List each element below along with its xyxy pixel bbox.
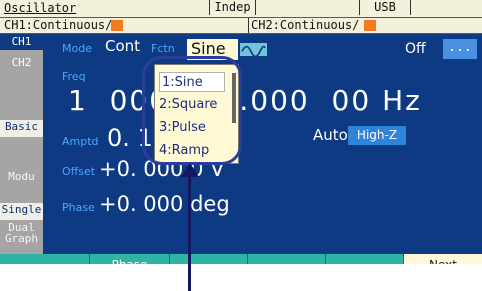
callout-arrow-shaft — [188, 175, 191, 291]
softkey-phase[interactable]: Phase — [90, 254, 170, 264]
tab-graph-label: Graph — [4, 232, 39, 245]
mode-label: Mode — [62, 42, 92, 55]
sine-wave-icon — [240, 43, 267, 58]
frequency-value[interactable]: 1 000 000.000 00 Hz — [68, 84, 422, 117]
tab-single[interactable]: Single — [0, 203, 43, 220]
softkey-bar: Phase Next — [0, 254, 482, 264]
status-divider — [248, 18, 249, 33]
tab-basic[interactable]: Basic — [0, 120, 43, 137]
load-impedance-badge[interactable]: High-Z — [348, 126, 406, 145]
more-button[interactable]: ... — [443, 39, 477, 59]
phase-label: Phase — [62, 201, 95, 214]
phase-value[interactable]: +0. 000 deg — [99, 192, 230, 216]
softkey-4[interactable] — [248, 254, 326, 264]
callout-highlight — [142, 56, 242, 165]
screen-title: Oscillator — [4, 1, 77, 15]
ch2-status: CH2:Continuous/ — [251, 18, 360, 32]
load-mode[interactable]: Auto — [313, 126, 348, 144]
indep-indicator: Indep — [209, 0, 256, 15]
mode-value[interactable]: Cont — [105, 37, 140, 55]
function-label: Fctn — [151, 42, 175, 55]
usb-indicator: USB — [359, 0, 411, 15]
tab-modu[interactable]: Modu — [0, 137, 43, 203]
tab-ch1[interactable]: CH1 — [0, 35, 43, 50]
output-state[interactable]: Off — [405, 41, 426, 57]
offset-label: Offset — [62, 165, 96, 178]
ch1-output-indicator-icon — [111, 20, 123, 31]
ch1-status: CH1:Continuous/ — [4, 18, 113, 32]
amplitude-label: Amptd — [62, 135, 99, 148]
ch2-output-indicator-icon — [364, 20, 376, 31]
softkey-3[interactable] — [170, 254, 248, 264]
top-status-bar: Oscillator Indep USB — [0, 0, 482, 18]
tab-dual-graph[interactable]: Dual Graph — [0, 220, 43, 254]
tab-ch2[interactable]: CH2 — [0, 50, 43, 120]
softkey-1[interactable] — [0, 254, 90, 264]
softkey-5[interactable] — [326, 254, 404, 264]
frequency-label: Freq — [62, 70, 86, 83]
channel-status-bar: CH1:Continuous/ CH2:Continuous/ — [0, 18, 482, 34]
softkey-next[interactable]: Next — [404, 254, 482, 264]
